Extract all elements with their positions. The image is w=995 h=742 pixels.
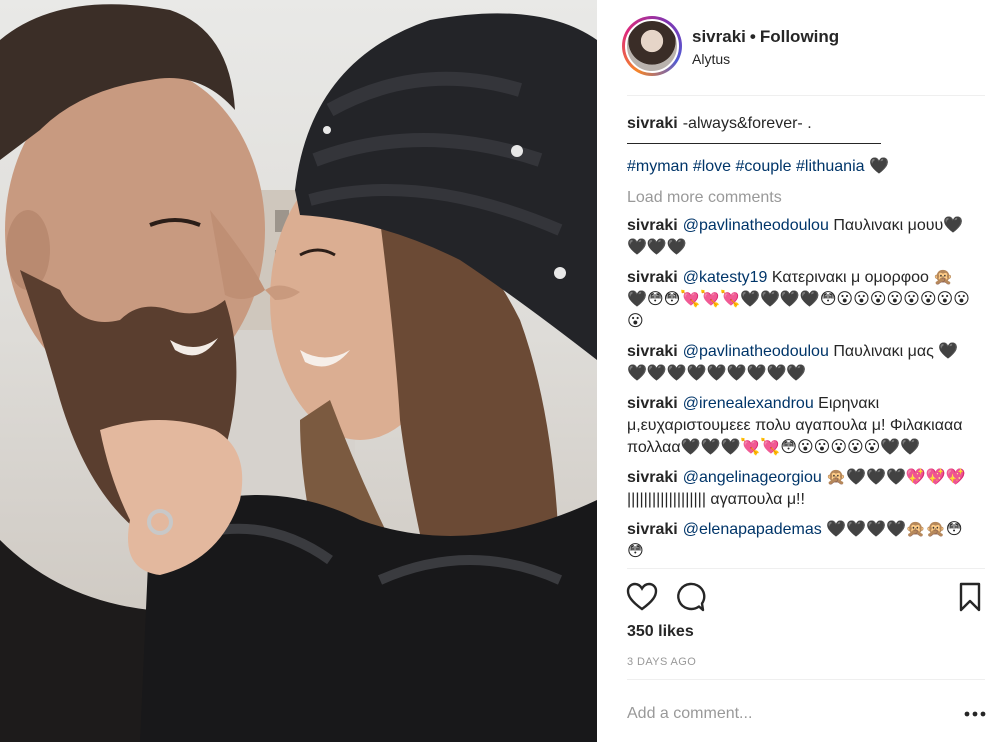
speech-bubble-icon[interactable] [673, 580, 707, 614]
likes-count[interactable]: 350 likes [627, 623, 694, 641]
comments-list: sivraki -always&forever- . #myman #love #… [627, 113, 972, 571]
divider [627, 568, 985, 569]
post-details-panel: sivraki • Following Alytus sivraki -always&… [597, 0, 995, 742]
comment-item: sivraki @katesty19 Κατερινακι μ ομορφοο 🙊… [627, 267, 972, 333]
header-username-link[interactable]: sivraki [692, 27, 746, 46]
comment-mention-link[interactable]: @katesty19 [683, 269, 768, 286]
add-comment-input[interactable] [627, 700, 947, 728]
bookmark-icon[interactable] [953, 580, 987, 614]
comment-mention-link[interactable]: @angelinageorgiou [683, 469, 822, 486]
ellipsis-icon[interactable] [963, 704, 987, 724]
avatar[interactable] [625, 19, 679, 73]
comment-username-link[interactable]: sivraki [627, 469, 678, 486]
post-image[interactable] [0, 0, 597, 742]
hashtag-link[interactable]: #love [693, 158, 731, 175]
comment-username-link[interactable]: sivraki [627, 395, 678, 412]
hashtag-link[interactable]: #myman [627, 158, 688, 175]
comment-username-link[interactable]: sivraki [627, 343, 678, 360]
comment-item: sivraki @pavlinatheodoulou Παυλινακι μουυ… [627, 215, 972, 259]
comment-mention-link[interactable]: @pavlinatheodoulou [683, 217, 829, 234]
comment-mention-link[interactable]: @pavlinatheodoulou [683, 343, 829, 360]
load-more-comments-button[interactable]: Load more comments [627, 187, 972, 209]
divider [627, 95, 985, 96]
comment-mention-link[interactable]: @elenapapademas [683, 521, 822, 538]
caption-username-link[interactable]: sivraki [627, 115, 678, 132]
heart-emoji: 🖤 [868, 158, 889, 175]
comment-username-link[interactable]: sivraki [627, 521, 678, 538]
post-header: sivraki • Following Alytus [597, 0, 995, 95]
caption-text: -always&forever- . [682, 115, 812, 132]
divider [627, 679, 985, 680]
header-username-row: sivraki • Following [692, 27, 839, 47]
post-photo-illustration [0, 4, 597, 742]
comment-mention-link[interactable]: @irenealexandrou [683, 395, 814, 412]
comment-item: sivraki @elenapapademas 🖤🖤🖤🖤🙊🙊😳😳 [627, 519, 972, 563]
comment-text: Κατερινακι μ ομορφοο 🙊🖤😳😳💘💘💘🖤🖤🖤🖤😳😮😮😮😮😮😮😮… [627, 269, 970, 330]
hashtag-link[interactable]: #lithuania [796, 158, 865, 175]
caption: sivraki -always&forever- . #myman #love #… [627, 113, 972, 178]
comment-item: sivraki @irenealexandrou Ειρηνακι μ,ευχαρ… [627, 393, 972, 459]
post-timestamp[interactable]: 3 DAYS AGO [627, 656, 696, 668]
comment-item: sivraki @angelinageorgiou 🙊🖤🖤🖤💖💖💖 |||||||… [627, 467, 972, 511]
heart-outline-icon[interactable] [625, 580, 659, 614]
location-link[interactable]: Alytus [692, 51, 730, 67]
header-separator: • [749, 27, 756, 46]
comment-username-link[interactable]: sivraki [627, 217, 678, 234]
hashtag-link[interactable]: #couple [736, 158, 792, 175]
caption-divider-line [627, 143, 881, 144]
caption-hashtags: #myman #love #couple #lithuania 🖤 [627, 156, 972, 178]
profile-avatar-ring[interactable] [622, 16, 682, 76]
action-bar [625, 580, 987, 616]
comment-username-link[interactable]: sivraki [627, 269, 678, 286]
comment-item: sivraki @pavlinatheodoulou Παυλινακι μας … [627, 341, 972, 385]
following-button[interactable]: Following [760, 27, 839, 46]
